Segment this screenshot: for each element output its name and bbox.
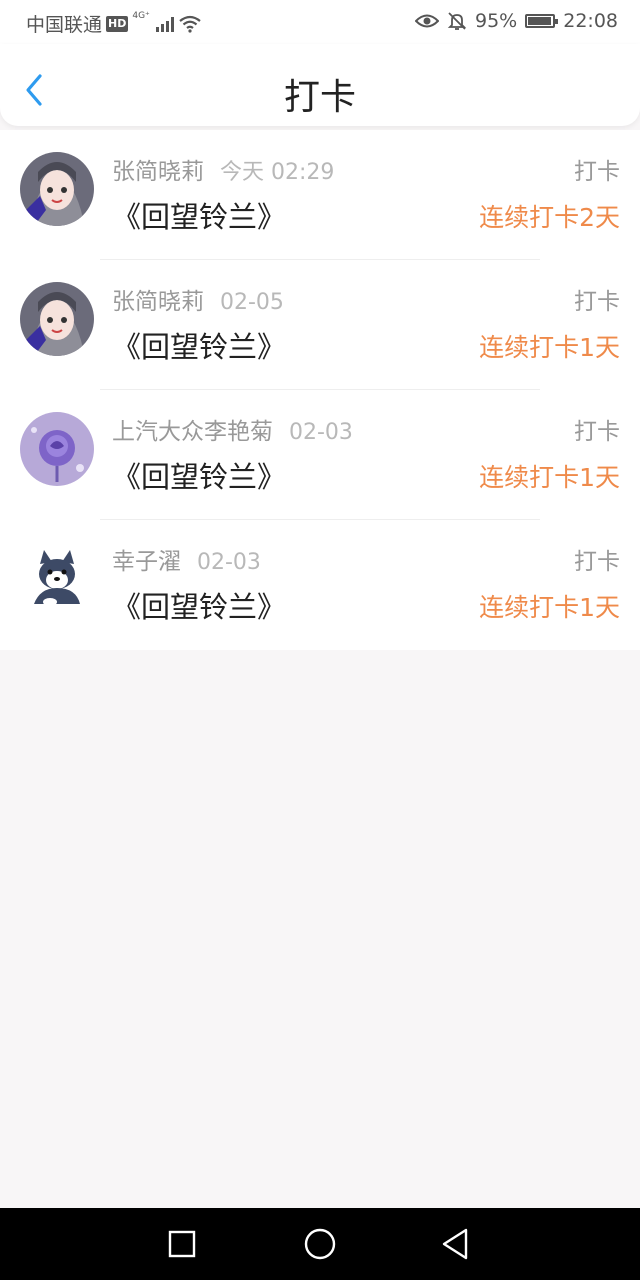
- recent-apps-button[interactable]: [164, 1226, 200, 1262]
- purple-rose-avatar-icon: [20, 412, 94, 486]
- checkin-user: 上汽大众李艳菊 02-03: [112, 412, 353, 446]
- book-title: 《回望铃兰》: [112, 200, 287, 234]
- checkin-row[interactable]: 张简晓莉 今天 02:29 打卡 《回望铃兰》 连续打卡2天: [0, 130, 640, 260]
- streak-label: 连续打卡1天: [479, 463, 620, 492]
- checkin-date: 02-05: [220, 290, 284, 315]
- home-button[interactable]: [302, 1226, 338, 1262]
- streak-label: 连续打卡1天: [479, 593, 620, 622]
- user-name: 上汽大众李艳菊: [112, 419, 273, 445]
- status-bar: 中国联通 HD 4G⁺ 95% 22:08: [0, 0, 640, 44]
- user-avatar[interactable]: [20, 542, 94, 616]
- battery-fill: [528, 17, 552, 25]
- network-type: 4G⁺: [132, 10, 150, 21]
- checkin-date: 02-03: [197, 550, 261, 575]
- checkin-action: 打卡: [574, 549, 620, 575]
- home-icon: [304, 1228, 336, 1260]
- user-avatar[interactable]: [20, 412, 94, 486]
- wifi-icon: [179, 15, 201, 33]
- system-back-button[interactable]: [438, 1226, 474, 1262]
- checkin-row[interactable]: 张简晓莉 02-05 打卡 《回望铃兰》 连续打卡1天: [0, 260, 640, 390]
- checkin-list: 张简晓莉 今天 02:29 打卡 《回望铃兰》 连续打卡2天 张简晓莉 02-05 …: [0, 130, 640, 650]
- status-right: 95% 22:08: [415, 10, 618, 32]
- carrier-label: 中国联通: [26, 14, 103, 36]
- status-left: 中国联通 HD 4G⁺: [26, 10, 202, 37]
- user-name: 张简晓莉: [112, 289, 204, 315]
- bell-muted-icon: [447, 12, 467, 30]
- hd-badge: HD: [106, 15, 129, 32]
- checkin-date: 02-03: [289, 420, 353, 445]
- signal-icon: [155, 16, 174, 32]
- streak-label: 连续打卡2天: [479, 203, 620, 232]
- eye-icon: [415, 14, 439, 28]
- user-avatar[interactable]: [20, 282, 94, 356]
- husky-avatar-icon: [20, 542, 94, 616]
- user-name: 张简晓莉: [112, 159, 204, 185]
- user-name: 幸子濯: [112, 549, 181, 575]
- checkin-user: 张简晓莉 02-05: [112, 282, 284, 316]
- user-avatar[interactable]: [20, 152, 94, 226]
- checkin-action: 打卡: [574, 289, 620, 315]
- checkin-action: 打卡: [574, 159, 620, 185]
- book-title: 《回望铃兰》: [112, 460, 287, 494]
- checkin-user: 张简晓莉 今天 02:29: [112, 152, 334, 186]
- checkin-action: 打卡: [574, 419, 620, 445]
- checkin-row[interactable]: 幸子濯 02-03 打卡 《回望铃兰》 连续打卡1天: [0, 520, 640, 650]
- girl-avatar-icon: [20, 152, 94, 226]
- clock: 22:08: [563, 10, 618, 32]
- girl-avatar-icon: [20, 282, 94, 356]
- checkin-user: 幸子濯 02-03: [112, 542, 261, 576]
- page-title: 打卡: [283, 77, 356, 118]
- battery-percent: 95%: [475, 10, 518, 32]
- back-triangle-icon: [442, 1228, 468, 1260]
- recent-apps-icon: [168, 1230, 196, 1258]
- book-title: 《回望铃兰》: [112, 590, 287, 624]
- streak-label: 连续打卡1天: [479, 333, 620, 362]
- checkin-date: 今天 02:29: [220, 160, 335, 185]
- battery-icon: [525, 14, 559, 28]
- app-header: 打卡: [0, 44, 640, 126]
- checkin-row[interactable]: 上汽大众李艳菊 02-03 打卡 《回望铃兰》 连续打卡1天: [0, 390, 640, 520]
- system-nav-bar: [0, 1208, 640, 1280]
- book-title: 《回望铃兰》: [112, 330, 287, 364]
